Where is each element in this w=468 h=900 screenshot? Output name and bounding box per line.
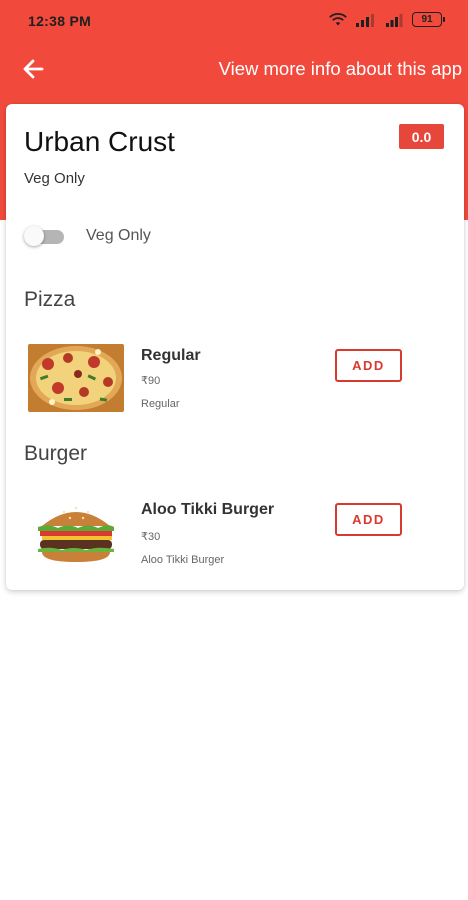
app-bar: View more info about this app: [0, 46, 468, 92]
rating-badge: 0.0: [399, 124, 444, 149]
restaurant-card: Urban Crust Veg Only 0.0 Veg Only Pizza: [6, 104, 464, 590]
veg-only-toggle[interactable]: [22, 225, 66, 247]
signal-icon-2: [386, 13, 404, 27]
item-description: Regular: [141, 398, 180, 410]
veg-only-label: Veg Only: [86, 227, 151, 244]
signal-icon: [356, 13, 378, 27]
section-title-pizza: Pizza: [24, 288, 76, 311]
item-name: Regular: [141, 347, 201, 364]
item-price: ₹30: [141, 531, 161, 543]
add-button[interactable]: ADD: [335, 503, 402, 536]
burger-image: [28, 496, 124, 564]
menu-item: Regular ₹90 Regular ADD: [6, 344, 464, 424]
status-icons: 91: [328, 12, 445, 27]
app-info-link[interactable]: View more info about this app: [219, 58, 462, 80]
item-description: Aloo Tikki Burger: [141, 554, 225, 566]
status-time: 12:38 PM: [28, 13, 92, 29]
status-bar: 12:38 PM 91: [0, 0, 468, 42]
restaurant-tag: Veg Only: [24, 170, 85, 187]
back-button[interactable]: [20, 56, 48, 82]
restaurant-name: Urban Crust: [24, 126, 175, 157]
section-title-burger: Burger: [24, 442, 88, 465]
toggle-knob: [24, 226, 44, 246]
menu-item: Aloo Tikki Burger ₹30 Aloo Tikki Burger …: [6, 496, 464, 576]
battery-icon: 91: [412, 12, 445, 27]
wifi-icon: [328, 12, 348, 27]
arrow-left-icon: [23, 59, 44, 79]
item-price: ₹90: [141, 375, 161, 387]
item-name: Aloo Tikki Burger: [141, 501, 275, 518]
add-button[interactable]: ADD: [335, 349, 402, 382]
pizza-image: [28, 344, 124, 412]
veg-only-filter: Veg Only: [22, 222, 151, 250]
